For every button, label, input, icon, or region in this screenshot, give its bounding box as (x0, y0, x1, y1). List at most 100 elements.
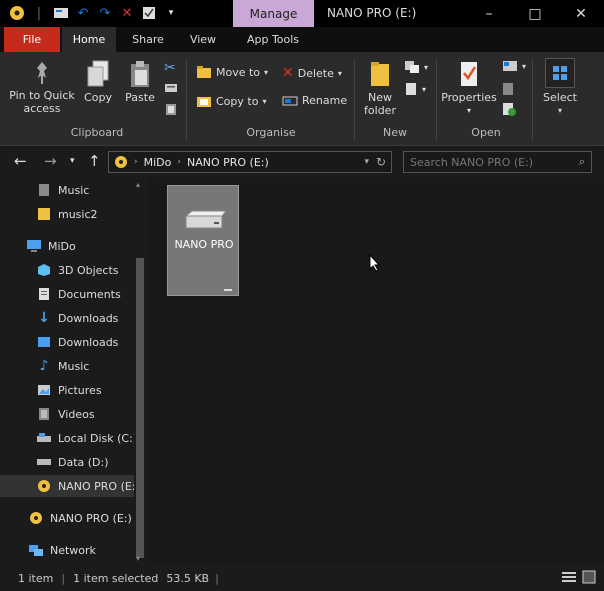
select-button[interactable]: Select ▾ (538, 58, 582, 117)
local-disk-icon (36, 430, 52, 446)
maximize-button[interactable]: □ (512, 0, 558, 27)
easy-access-button[interactable]: ▾ (404, 82, 426, 96)
refresh-icon[interactable]: ↻ (376, 155, 386, 169)
delete-qat-icon[interactable]: ✕ (118, 4, 136, 22)
search-icon[interactable]: ⌕ (579, 155, 585, 169)
sidebar-item-music-quick[interactable]: Music (0, 179, 134, 201)
new-folder-button[interactable]: New folder (360, 60, 400, 117)
sidebar-item-label: Music (58, 359, 90, 373)
large-icons-view-icon[interactable] (582, 570, 596, 587)
cd-drive-icon (28, 510, 44, 526)
copy-button[interactable]: Copy (80, 60, 116, 104)
status-separator: | (215, 571, 219, 585)
file-tile-corner-mark (224, 289, 232, 291)
paste-shortcut-button[interactable] (164, 102, 178, 116)
address-dropdown-icon[interactable]: ▾ (364, 157, 369, 167)
drive-icon (36, 454, 52, 470)
navigation-bar: ← → ▾ ↑ › MiDo › NANO PRO (E:) ▾ ↻ ⌕ (0, 146, 604, 178)
sidebar-item-documents[interactable]: Documents (0, 283, 134, 305)
breadcrumb-nano-pro[interactable]: NANO PRO (E:) (187, 156, 269, 169)
back-arrow-icon[interactable]: ← (14, 152, 27, 170)
chevron-down-icon: ▾ (422, 84, 427, 94)
tab-app-tools[interactable]: App Tools (238, 27, 308, 52)
checkbox-qat-icon[interactable] (140, 4, 158, 22)
sidebar-item-network[interactable]: Network (0, 539, 134, 561)
up-arrow-icon[interactable]: ↑ (88, 152, 101, 170)
properties-qat-icon[interactable] (52, 4, 70, 22)
sidebar-item-nano-pro-e-root[interactable]: NANO PRO (E:) (0, 507, 134, 529)
quick-access-toolbar: | ↶ ↷ ✕ ▾ (8, 4, 180, 22)
paste-button[interactable]: Paste (122, 60, 158, 104)
file-tile-label: NANO PRO (174, 238, 234, 251)
history-button[interactable] (502, 102, 516, 116)
breadcrumb-mido[interactable]: MiDo (144, 156, 172, 169)
music-folder-icon (36, 182, 52, 198)
rename-button[interactable]: Rename (282, 94, 347, 107)
drive-app-icon (8, 4, 26, 22)
recent-locations-icon[interactable]: ▾ (70, 156, 75, 166)
open-group-label: Open (471, 126, 501, 139)
search-box[interactable]: ⌕ (403, 151, 592, 173)
sidebar-item-videos[interactable]: Videos (0, 403, 134, 425)
copy-to-label: Copy to (216, 94, 259, 108)
sidebar-item-music[interactable]: ♪ Music (0, 355, 134, 377)
pin-to-quick-access-button[interactable]: Pin to Quick access (6, 60, 78, 115)
sidebar-item-3d-objects[interactable]: 3D Objects (0, 259, 134, 281)
copy-to-button[interactable]: Copy to ▾ (196, 94, 266, 108)
sidebar-item-downloads[interactable]: ↓ Downloads (0, 307, 134, 329)
properties-button[interactable]: Properties ▾ (440, 60, 498, 117)
organise-group-label: Organise (246, 126, 296, 139)
sidebar-item-data-d[interactable]: Data (D:) (0, 451, 134, 473)
open-icon (503, 61, 517, 71)
redo-icon[interactable]: ↷ (96, 4, 114, 22)
chevron-down-icon: ▾ (522, 61, 527, 71)
tab-share[interactable]: Share (126, 27, 170, 52)
tab-file[interactable]: File (4, 27, 60, 52)
sidebar-item-label: Pictures (58, 383, 102, 397)
sidebar-item-this-pc[interactable]: MiDo (0, 235, 134, 257)
sidebar-scrollbar[interactable]: ▴ ▾ (134, 178, 146, 565)
scroll-down-icon[interactable]: ▾ (136, 554, 140, 563)
pin-icon (6, 60, 78, 86)
sidebar-item-pictures[interactable]: Pictures (0, 379, 134, 401)
selected-count: 1 item selected (73, 571, 159, 585)
downloads-icon: ↓ (38, 310, 50, 326)
forward-arrow-icon[interactable]: → (44, 152, 57, 170)
edit-button[interactable] (502, 82, 514, 96)
sidebar-item-nano-pro-e[interactable]: NANO PRO (E:) (0, 475, 134, 497)
cut-button[interactable]: ✂ (164, 60, 176, 76)
scroll-up-icon[interactable]: ▴ (136, 180, 140, 189)
copy-to-icon (197, 97, 211, 107)
tab-view[interactable]: View (182, 27, 224, 52)
sidebar-item-downloads-2[interactable]: Downloads (0, 331, 134, 353)
file-tile-nano-pro[interactable]: NANO PRO (167, 185, 239, 296)
copy-path-button[interactable] (164, 82, 178, 94)
title-bar: | ↶ ↷ ✕ ▾ Manage NANO PRO (E:) – □ ✕ (0, 0, 604, 27)
tab-home[interactable]: Home (62, 27, 116, 52)
pictures-icon (36, 382, 52, 398)
open-button[interactable]: ▾ (502, 60, 526, 72)
sidebar-item-label: Documents (58, 287, 121, 301)
delete-button[interactable]: ✕ Delete ▾ (282, 65, 342, 81)
customize-qat-icon[interactable]: ▾ (162, 4, 180, 22)
ribbon-separator (354, 60, 355, 140)
close-button[interactable]: ✕ (558, 0, 604, 27)
scrollbar-thumb[interactable] (136, 258, 144, 558)
search-input[interactable] (404, 155, 564, 169)
cut-icon: ✂ (164, 60, 176, 76)
sidebar-item-local-disk-c[interactable]: Local Disk (C:) (0, 427, 134, 449)
address-bar[interactable]: › MiDo › NANO PRO (E:) ▾ ↻ (108, 151, 392, 173)
sidebar-item-label: Data (D:) (58, 455, 109, 469)
sidebar-item-label: MiDo (48, 239, 76, 253)
sidebar-item-label: Downloads (58, 311, 119, 325)
details-view-icon[interactable] (562, 571, 576, 586)
sidebar-item-music2[interactable]: music2 (0, 203, 134, 225)
new-item-button[interactable]: ▾ (404, 60, 428, 74)
manage-tab[interactable]: Manage (233, 0, 314, 27)
move-to-button[interactable]: Move to ▾ (196, 65, 268, 79)
sidebar-item-label: Downloads (58, 335, 119, 349)
minimize-button[interactable]: – (466, 0, 512, 27)
undo-icon[interactable]: ↶ (74, 4, 92, 22)
select-icon (545, 58, 575, 88)
mouse-cursor-icon (369, 253, 381, 275)
